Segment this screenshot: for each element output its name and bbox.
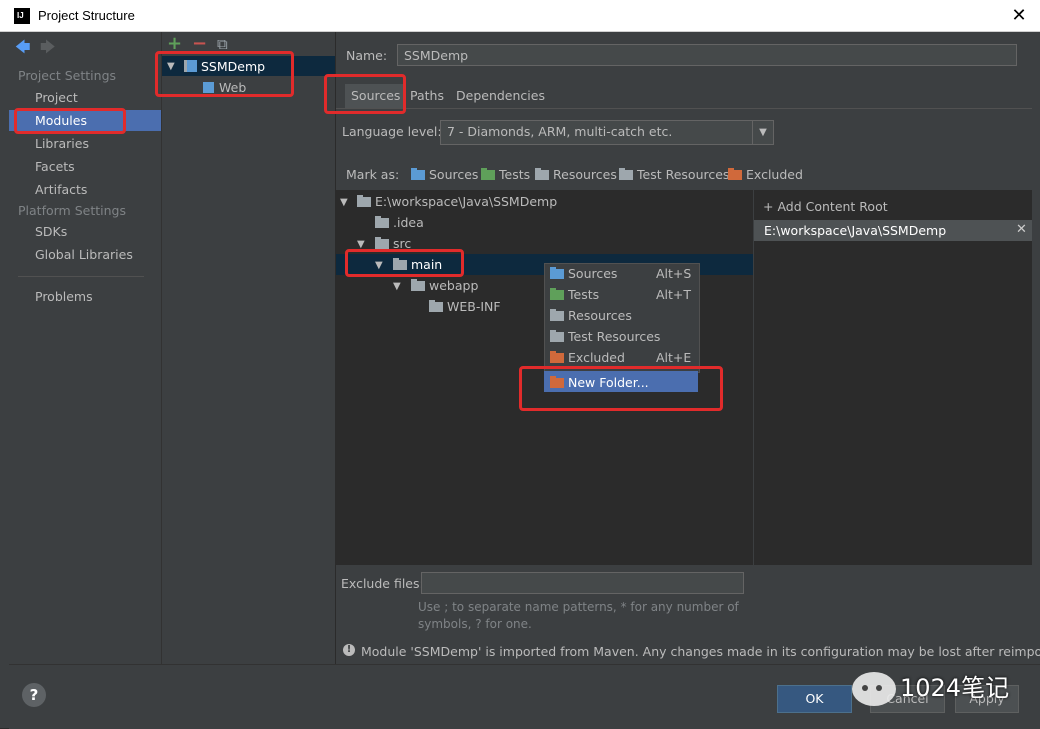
menu-item-sources[interactable]: Sources — [550, 266, 617, 281]
expand-root-icon[interactable]: ▼ — [340, 197, 348, 208]
mark-as-sources[interactable]: Sources — [411, 167, 478, 182]
sidebar-item-project[interactable]: Project — [35, 90, 78, 105]
menu-item-excluded[interactable]: Excluded — [550, 350, 625, 365]
language-level-value: 7 - Diamonds, ARM, multi-catch etc. — [447, 124, 673, 139]
sidebar-item-problems[interactable]: Problems — [35, 289, 93, 304]
excluded-folder-icon — [550, 351, 564, 363]
shortcut-sources: Alt+S — [656, 266, 692, 281]
forward-arrow-icon[interactable]: 🡆 — [40, 37, 56, 62]
tests-folder-icon — [481, 168, 495, 180]
highlight-modules — [14, 108, 126, 134]
wechat-logo-icon — [852, 672, 896, 706]
exclude-files-label: Exclude files: — [341, 576, 424, 591]
tree-item-idea[interactable]: .idea — [375, 215, 424, 230]
mark-as-excluded[interactable]: Excluded — [728, 167, 803, 182]
mark-as-label: Mark as: — [346, 167, 400, 182]
exclude-files-field[interactable] — [421, 572, 744, 594]
tree-root[interactable]: E:\workspace\Java\SSMDemp — [357, 194, 557, 209]
sidebar-item-facets[interactable]: Facets — [35, 159, 75, 174]
sidebar-divider — [18, 276, 144, 277]
resources-folder-icon — [550, 309, 564, 321]
sidebar-item-artifacts[interactable]: Artifacts — [35, 182, 87, 197]
chevron-down-icon[interactable]: ▼ — [752, 121, 773, 144]
expand-webapp-icon[interactable]: ▼ — [393, 281, 401, 292]
tests-folder-icon — [550, 288, 564, 300]
highlight-sources-tab — [324, 74, 406, 114]
tab-divider — [336, 108, 1032, 109]
sources-folder-icon — [550, 267, 564, 279]
language-level-combo[interactable]: 7 - Diamonds, ARM, multi-catch etc. ▼ — [440, 120, 774, 145]
folder-icon — [411, 279, 425, 291]
menu-item-tests[interactable]: Tests — [550, 287, 599, 302]
project-settings-header: Project Settings — [18, 68, 117, 83]
exclude-hint-line2: symbols, ? for one. — [418, 617, 532, 631]
highlight-module-tree — [155, 51, 294, 97]
sidebar-item-sdks[interactable]: SDKs — [35, 224, 67, 239]
exclude-hint-line1: Use ; to separate name patterns, * for a… — [418, 600, 739, 614]
background-editor-strip — [0, 32, 9, 728]
sources-folder-icon — [411, 168, 425, 180]
mark-as-tests[interactable]: Tests — [481, 167, 530, 182]
sidebar-item-global-libraries[interactable]: Global Libraries — [35, 247, 133, 262]
window-title: Project Structure — [38, 8, 135, 23]
close-icon[interactable]: ✕ — [1006, 2, 1032, 28]
tree-item-webinf[interactable]: WEB-INF — [429, 299, 501, 314]
test-resources-folder-icon — [550, 330, 564, 342]
help-icon[interactable]: ? — [22, 683, 46, 707]
test-resources-folder-icon — [619, 168, 633, 180]
content-root-path: E:\workspace\Java\SSMDemp — [764, 223, 947, 238]
info-icon: ! — [343, 644, 355, 656]
resources-folder-icon — [535, 168, 549, 180]
back-arrow-icon[interactable]: 🡄 — [15, 37, 31, 62]
highlight-main-folder — [345, 249, 464, 277]
tab-paths[interactable]: Paths — [404, 84, 450, 108]
watermark: 1024笔记 — [852, 664, 1022, 718]
mark-as-test-resources[interactable]: Test Resources — [619, 167, 729, 182]
shortcut-excluded: Alt+E — [656, 350, 692, 365]
folder-icon — [375, 216, 389, 228]
name-label: Name: — [346, 48, 388, 63]
excluded-folder-icon — [728, 168, 742, 180]
folder-icon — [357, 195, 371, 207]
remove-content-root-icon[interactable]: ✕ — [1016, 222, 1027, 237]
ok-button[interactable]: OK — [777, 685, 852, 713]
shortcut-tests: Alt+T — [656, 287, 692, 302]
modules-panel — [162, 32, 336, 664]
module-name-field[interactable]: SSMDemp — [397, 44, 1017, 66]
mark-as-resources[interactable]: Resources — [535, 167, 617, 182]
menu-item-test-resources[interactable]: Test Resources — [550, 329, 660, 344]
tree-item-webapp[interactable]: webapp — [411, 278, 478, 293]
folder-icon — [429, 300, 443, 312]
maven-warning: Module 'SSMDemp' is imported from Maven.… — [361, 644, 1040, 659]
language-level-label: Language level: — [342, 124, 442, 139]
tab-dependencies[interactable]: Dependencies — [450, 84, 551, 108]
intellij-logo-icon: IJ — [14, 8, 30, 24]
add-content-root-button[interactable]: + Add Content Root — [763, 199, 888, 214]
platform-settings-header: Platform Settings — [18, 203, 126, 218]
watermark-text: 1024笔记 — [900, 674, 1010, 702]
content-roots-panel — [754, 190, 1032, 565]
window-title-bar: IJ Project Structure ✕ — [0, 0, 1040, 32]
sidebar-item-libraries[interactable]: Libraries — [35, 136, 89, 151]
folder-icon — [375, 237, 389, 249]
highlight-new-folder — [519, 366, 723, 411]
menu-item-resources[interactable]: Resources — [550, 308, 632, 323]
